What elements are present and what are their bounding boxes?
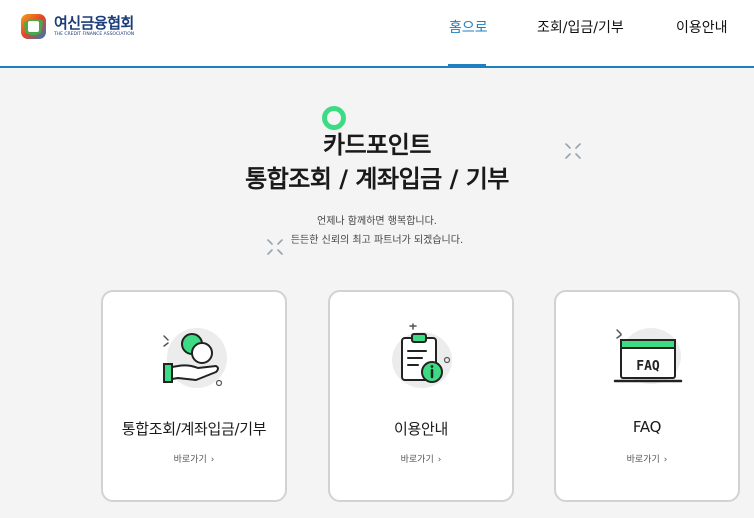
chevron-right-icon: › — [663, 455, 668, 465]
card-usage-guide[interactable]: 이용안내 바로가기 › — [328, 290, 514, 502]
hero-subtitle-line1: 언제나 함께하면 행복합니다. — [317, 216, 437, 227]
logo-name-ko: 여신금융협회 — [54, 14, 134, 32]
shortcut-link-label: 바로가기 — [173, 455, 207, 465]
shortcut-link[interactable]: 바로가기 › — [556, 452, 738, 465]
chevron-right-icon: › — [437, 455, 442, 465]
card-title: 이용안내 — [393, 420, 448, 438]
card-faq[interactable]: FAQ FAQ 바로가기 › — [554, 290, 740, 502]
card-title: FAQ — [632, 418, 662, 436]
hand-coin-icon — [163, 328, 227, 388]
nav-inquiry-deposit-donation[interactable]: 조회/입금/기부 — [537, 17, 624, 37]
hero-subtitle: 언제나 함께하면 행복합니다. 든든한 신뢰의 최고 파트너가 되겠습니다. — [0, 212, 754, 250]
hero-subtitle-line2: 든든한 신뢰의 최고 파트너가 되겠습니다. — [290, 235, 464, 246]
faq-icon-text: FAQ — [636, 359, 660, 374]
hero-title-line2: 통합조회 / 계좌입금 / 기부 — [245, 165, 509, 193]
logo[interactable]: 여신금융협회 THE CREDIT FINANCE ASSOCIATION — [20, 13, 134, 40]
nav-active-underline — [448, 64, 486, 68]
hero-title-line1: 카드포인트 — [323, 131, 431, 159]
card-inquiry-deposit-donation[interactable]: 통합조회/계좌입금/기부 바로가기 › — [101, 290, 287, 502]
shortcut-link-label: 바로가기 — [400, 455, 434, 465]
nav-home[interactable]: 홈으로 — [449, 17, 488, 37]
logo-mark-icon — [21, 14, 46, 39]
hero-title: 카드포인트 통합조회 / 계좌입금 / 기부 — [0, 128, 754, 196]
clipboard-info-icon — [392, 323, 452, 388]
card-title: 통합조회/계좌입금/기부 — [121, 420, 267, 438]
site-header: 여신금융협회 THE CREDIT FINANCE ASSOCIATION 홈으… — [0, 0, 754, 68]
nav-usage-guide[interactable]: 이용안내 — [676, 17, 728, 37]
shortcut-link[interactable]: 바로가기 › — [103, 452, 285, 465]
faq-screen-icon: FAQ — [613, 328, 683, 384]
shortcut-link-label: 바로가기 — [626, 455, 660, 465]
shortcut-link[interactable]: 바로가기 › — [330, 452, 512, 465]
logo-name-en: THE CREDIT FINANCE ASSOCIATION — [54, 32, 135, 37]
chevron-right-icon: › — [210, 455, 215, 465]
